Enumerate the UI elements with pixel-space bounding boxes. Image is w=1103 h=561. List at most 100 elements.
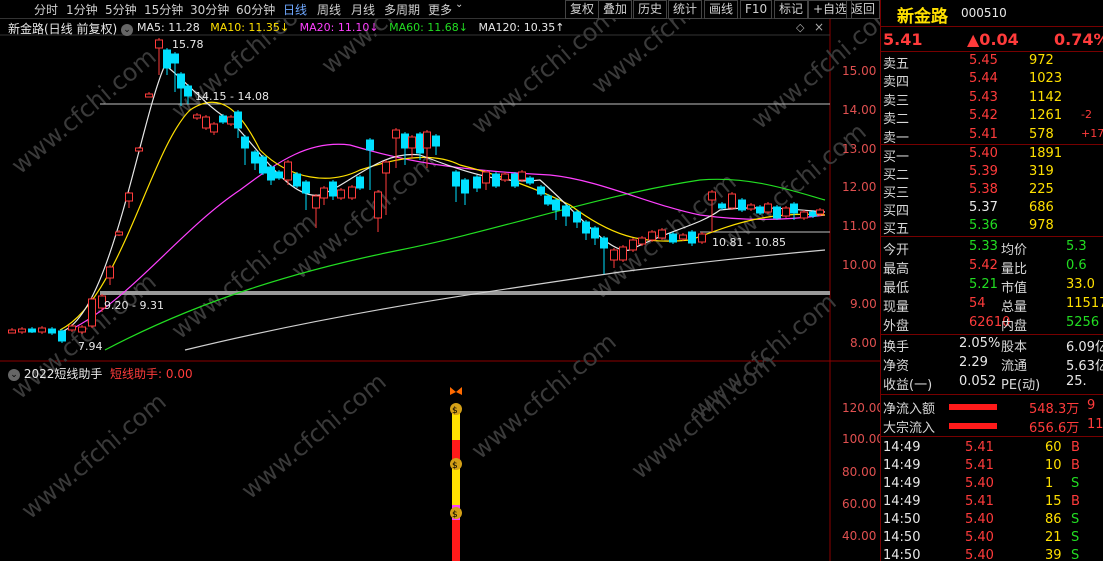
period-tab-monthly[interactable]: 月线 [351, 1, 375, 18]
chevron-down-icon[interactable]: ⌄ [121, 23, 134, 36]
back-button[interactable]: 返回 [846, 0, 881, 19]
period-tab-weekly[interactable]: 周线 [317, 1, 341, 18]
chevron-down-icon[interactable]: ⌄ [455, 0, 463, 10]
candle-body[interactable] [610, 249, 618, 261]
candle-body[interactable] [629, 239, 637, 251]
candle-body[interactable] [552, 199, 560, 211]
candle-body[interactable] [18, 328, 26, 333]
candle-body[interactable] [259, 156, 267, 174]
candle-body[interactable] [125, 192, 133, 202]
candle-body[interactable] [747, 204, 755, 210]
candle-body[interactable] [219, 115, 227, 123]
candle-body[interactable] [227, 116, 235, 125]
period-tab-5min[interactable]: 5分钟 [105, 1, 137, 18]
close-icon[interactable]: × [814, 20, 824, 34]
candle-body[interactable] [591, 227, 599, 239]
candle-body[interactable] [115, 231, 123, 236]
overlay-button[interactable]: 叠加 [598, 0, 633, 19]
candle-body[interactable] [688, 231, 696, 244]
f10-button[interactable]: F10 [740, 0, 773, 19]
period-tab-multi[interactable]: 多周期 [384, 1, 420, 18]
history-button[interactable]: 历史 [633, 0, 668, 19]
candle-body[interactable] [658, 229, 666, 239]
candle-body[interactable] [348, 186, 356, 199]
candle-body[interactable] [58, 330, 66, 342]
candle-body[interactable] [337, 189, 345, 199]
candle-body[interactable] [177, 73, 185, 89]
diamond-icon[interactable]: ◇ [796, 21, 804, 34]
candle-body[interactable] [756, 206, 764, 214]
candle-body[interactable] [184, 85, 192, 97]
period-tab-15min[interactable]: 15分钟 [144, 1, 183, 18]
candle-body[interactable] [234, 111, 242, 129]
candle-body[interactable] [401, 133, 409, 149]
candle-body[interactable] [68, 325, 76, 331]
candle-body[interactable] [320, 187, 328, 199]
candle-body[interactable] [329, 181, 337, 197]
candle-body[interactable] [482, 171, 490, 184]
candle-body[interactable] [773, 206, 781, 219]
period-tab-30min[interactable]: 30分钟 [190, 1, 229, 18]
chart-area[interactable]: www.cfchi.com www.cfchi.com www.cfchi.com w… [0, 0, 902, 561]
candle-body[interactable] [28, 328, 36, 333]
candle-body[interactable] [241, 136, 249, 149]
candle-body[interactable] [790, 203, 798, 214]
adjust-button[interactable]: 复权 [565, 0, 600, 19]
candle-body[interactable] [374, 191, 382, 219]
candle-body[interactable] [423, 131, 431, 149]
candle-body[interactable] [679, 234, 687, 240]
mark-button[interactable]: 标记 [774, 0, 809, 19]
candle-body[interactable] [582, 221, 590, 234]
candle-body[interactable] [312, 195, 320, 209]
candle-body[interactable] [408, 136, 416, 149]
candle-body[interactable] [432, 135, 440, 147]
candle-body[interactable] [782, 207, 790, 217]
candle-body[interactable] [48, 328, 56, 334]
indicator-title[interactable]: 2022短线助手 [24, 367, 103, 381]
candle-body[interactable] [816, 209, 824, 215]
candle-body[interactable] [800, 211, 808, 219]
candle-body[interactable] [302, 181, 310, 194]
candle-body[interactable] [501, 173, 509, 181]
candle-body[interactable] [382, 161, 390, 174]
candle-body[interactable] [619, 246, 627, 261]
candle-body[interactable] [202, 116, 210, 129]
candle-body[interactable] [210, 123, 218, 133]
candle-body[interactable] [562, 205, 570, 217]
candle-body[interactable] [638, 237, 646, 245]
candle-body[interactable] [267, 166, 275, 181]
candle-body[interactable] [366, 139, 374, 151]
candle-body[interactable] [452, 171, 460, 187]
period-tab-timeshare[interactable]: 分时 [34, 1, 58, 18]
period-tab-daily[interactable]: 日线 [283, 1, 307, 18]
candle-body[interactable] [461, 179, 469, 194]
candle-body[interactable] [511, 173, 519, 187]
candle-body[interactable] [392, 129, 400, 139]
candle-body[interactable] [163, 49, 171, 69]
candle-body[interactable] [193, 114, 201, 119]
candle-body[interactable] [135, 147, 143, 152]
candle-body[interactable] [473, 176, 481, 189]
candle-body[interactable] [356, 176, 364, 189]
candle-body[interactable] [600, 237, 608, 249]
candle-body[interactable] [293, 173, 301, 187]
candle-body[interactable] [764, 203, 772, 213]
candle-body[interactable] [708, 191, 716, 201]
period-tab-more[interactable]: 更多 [428, 1, 452, 18]
candle-body[interactable] [648, 231, 656, 241]
candle-body[interactable] [718, 203, 726, 209]
candle-body[interactable] [171, 53, 179, 64]
period-tab-60min[interactable]: 60分钟 [236, 1, 275, 18]
candle-body[interactable] [251, 151, 259, 164]
candle-body[interactable] [537, 186, 545, 195]
candle-body[interactable] [78, 326, 86, 333]
candle-body[interactable] [518, 171, 526, 181]
candle-body[interactable] [526, 177, 534, 184]
candle-body[interactable] [698, 233, 706, 243]
candle-body[interactable] [669, 233, 677, 243]
candle-body[interactable] [492, 173, 500, 187]
period-tab-1min[interactable]: 1分钟 [66, 1, 98, 18]
candle-body[interactable] [145, 93, 153, 98]
candle-body[interactable] [809, 211, 817, 217]
candle-body[interactable] [573, 211, 581, 223]
